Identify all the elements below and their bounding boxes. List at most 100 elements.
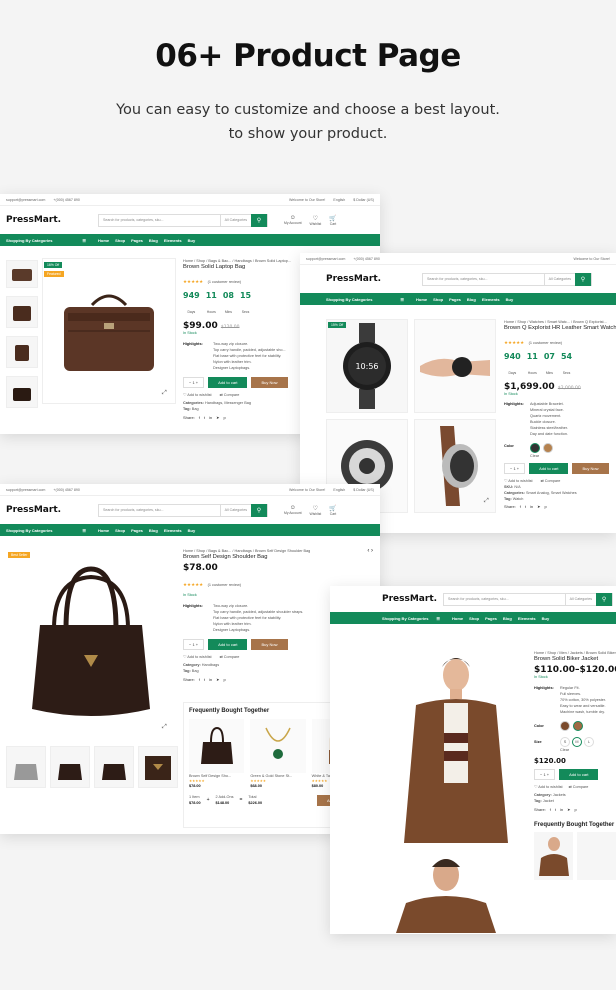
search-icon[interactable]: ⚲ — [575, 272, 591, 286]
tag-value[interactable]: Jacket — [543, 799, 554, 803]
fbt-item[interactable] — [534, 832, 573, 880]
quantity-stepper[interactable]: − 1 + — [183, 377, 205, 388]
nav-home[interactable]: Home — [98, 238, 109, 243]
compare-link[interactable]: ⇄ Compare — [541, 478, 561, 484]
categories-menu[interactable]: Shopping By Categories ☰ — [6, 238, 92, 243]
product-image-1[interactable]: 10:56 — [326, 319, 408, 413]
add-to-wishlist-link[interactable]: ♡ Add to wishlist — [534, 784, 563, 790]
language-select[interactable]: English — [333, 198, 345, 202]
main-product-image[interactable] — [42, 258, 176, 404]
thumbnail[interactable] — [94, 746, 134, 788]
zoom-icon[interactable]: ⤢ — [162, 390, 167, 397]
search-category-select[interactable]: All Categories — [564, 593, 596, 605]
nav-pages[interactable]: Pages — [485, 616, 497, 621]
search-bar[interactable]: Search for products, categories, sku... … — [422, 272, 592, 286]
categories-menu[interactable]: Shopping By Categories ☰ — [382, 616, 446, 621]
pinterest-icon[interactable]: p — [575, 807, 577, 812]
facebook-icon[interactable]: f — [199, 677, 200, 682]
categories-value[interactable]: Smart Analog, Smart Watches — [526, 491, 577, 495]
color-swatch-black[interactable] — [530, 443, 540, 453]
nav-shop[interactable]: Shop — [115, 238, 125, 243]
wishlist-button[interactable]: ♡ Wishlist — [310, 505, 322, 516]
clear-link[interactable]: Clear — [530, 453, 616, 459]
size-option-s[interactable]: S — [560, 737, 570, 747]
search-category-select[interactable]: All Categories — [543, 273, 575, 285]
nav-home[interactable]: Home — [452, 616, 463, 621]
pinterest-icon[interactable]: p — [545, 504, 547, 509]
twitter-icon[interactable]: t — [525, 504, 526, 509]
search-input[interactable]: Search for products, categories, sku... — [423, 277, 544, 281]
telegram-icon[interactable]: ➤ — [216, 415, 219, 420]
nav-blog[interactable]: Blog — [467, 297, 476, 302]
main-product-image[interactable] — [382, 650, 530, 846]
search-bar[interactable]: Search for products, categories, sku... … — [98, 213, 268, 227]
nav-buy[interactable]: Buy — [188, 238, 196, 243]
compare-link[interactable]: ⇄ Compare — [220, 392, 240, 398]
telegram-icon[interactable]: ➤ — [216, 677, 219, 682]
nav-elements[interactable]: Elements — [518, 616, 536, 621]
tag-value[interactable]: Bag — [192, 669, 199, 673]
cart-button[interactable]: 🛒 Cart — [329, 505, 336, 516]
review-count[interactable]: (1 customer review) — [208, 280, 241, 284]
compare-link[interactable]: ⇄ Compare — [569, 784, 589, 790]
size-option-l[interactable]: L — [584, 737, 594, 747]
categories-value[interactable]: Handbags, Messenger Bag — [205, 401, 251, 405]
fbt-item[interactable]: Brown Self Design Sho... ★★★★★ $78.00 — [189, 719, 245, 789]
review-count[interactable]: (1 customer review) — [208, 583, 241, 587]
zoom-icon[interactable]: ⤢ — [484, 498, 489, 505]
linkedin-icon[interactable]: in — [560, 807, 563, 812]
logo[interactable]: PressMart. — [6, 215, 92, 225]
nav-shop[interactable]: Shop — [469, 616, 479, 621]
facebook-icon[interactable]: f — [520, 504, 521, 509]
fbt-item[interactable] — [577, 832, 616, 880]
prev-product-icon[interactable]: ‹ — [367, 548, 369, 554]
pinterest-icon[interactable]: p — [224, 415, 226, 420]
zoom-icon[interactable]: ⤢ — [162, 724, 167, 731]
thumbnail[interactable] — [6, 296, 38, 328]
logo[interactable]: PressMart. — [326, 274, 416, 284]
fbt-item[interactable]: Green & Gold Stone St... ★★★★★ $68.00 — [250, 719, 306, 789]
linkedin-icon[interactable]: in — [209, 415, 212, 420]
size-option-m[interactable]: M — [572, 737, 582, 747]
review-count[interactable]: (1 customer review) — [529, 341, 562, 345]
search-icon[interactable]: ⚲ — [596, 592, 613, 606]
thumbnail[interactable] — [6, 746, 46, 788]
search-input[interactable]: Search for products, categories, sku... — [444, 597, 565, 601]
logo[interactable]: PressMart. — [382, 594, 437, 604]
main-product-image[interactable] — [6, 548, 176, 740]
add-to-cart-button[interactable]: Add to cart — [559, 769, 599, 780]
linkedin-icon[interactable]: in — [209, 677, 212, 682]
currency-select[interactable]: $ Dollar (US) — [353, 198, 374, 202]
search-input[interactable]: Search for products, categories, sku... — [99, 218, 220, 222]
facebook-icon[interactable]: f — [199, 415, 200, 420]
add-to-wishlist-link[interactable]: ♡ Add to wishlist — [183, 392, 212, 398]
nav-shop[interactable]: Shop — [433, 297, 443, 302]
account-button[interactable]: ☺ My Account — [284, 505, 302, 516]
product-image-2[interactable] — [382, 852, 530, 934]
search-category-select[interactable]: All Categories — [219, 214, 251, 226]
search-icon[interactable]: ⚲ — [251, 503, 267, 517]
nav-blog[interactable]: Blog — [503, 616, 512, 621]
linkedin-icon[interactable]: in — [530, 504, 533, 509]
nav-pages[interactable]: Pages — [131, 238, 143, 243]
add-to-cart-button[interactable]: Add to cart — [208, 639, 248, 650]
compare-link[interactable]: ⇄ Compare — [220, 654, 240, 660]
cart-button[interactable]: 🛒 Cart — [329, 215, 336, 226]
logo[interactable]: PressMart. — [6, 505, 92, 515]
wishlist-button[interactable]: ♡ Wishlist — [310, 215, 322, 226]
nav-shop[interactable]: Shop — [115, 528, 125, 533]
clear-link[interactable]: Clear — [560, 747, 616, 753]
category-value[interactable]: Handbags — [202, 663, 219, 667]
telegram-icon[interactable]: ➤ — [537, 504, 540, 509]
quantity-stepper[interactable]: − 1 + — [183, 639, 205, 650]
color-swatch-brown[interactable] — [560, 721, 570, 731]
nav-elements[interactable]: Elements — [164, 238, 182, 243]
tag-value[interactable]: Bag — [192, 407, 199, 411]
color-swatch-brown[interactable] — [543, 443, 553, 453]
search-category-select[interactable]: All Categories — [219, 504, 251, 516]
pinterest-icon[interactable]: p — [224, 677, 226, 682]
thumbnail[interactable] — [50, 746, 90, 788]
nav-blog[interactable]: Blog — [149, 238, 158, 243]
nav-elements[interactable]: Elements — [482, 297, 500, 302]
buy-now-button[interactable]: Buy Now — [251, 639, 288, 650]
